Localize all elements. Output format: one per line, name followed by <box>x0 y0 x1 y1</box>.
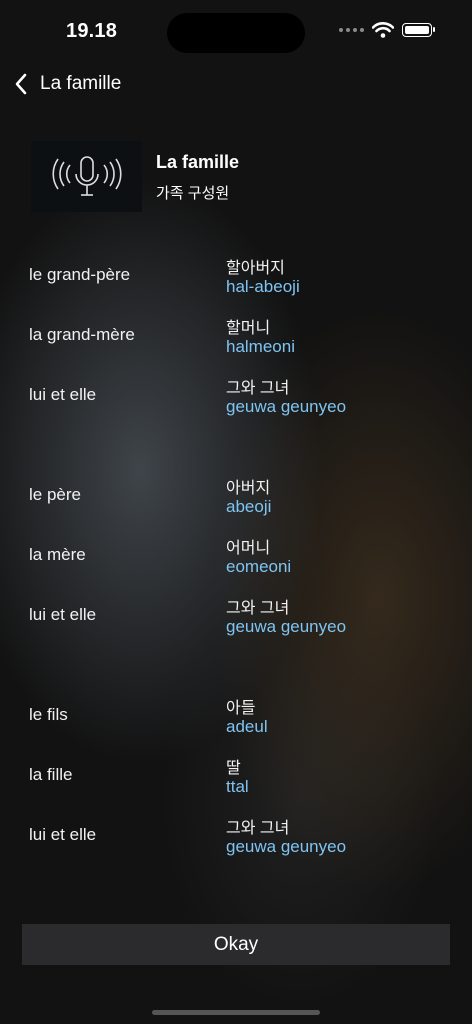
french-word: lui et elle <box>29 825 97 844</box>
korean-word: 그와 그녀 <box>226 600 290 617</box>
battery-icon <box>402 23 435 37</box>
french-word: la grand-mère <box>29 325 135 344</box>
vocab-row[interactable]: le fils 아들 adeul <box>0 690 472 740</box>
vocab-row[interactable]: le grand-père 할아버지 hal-abeoji <box>0 250 472 300</box>
korean-word: 아들 <box>226 700 256 717</box>
romanization: eomeoni <box>226 557 292 576</box>
korean-word: 어머니 <box>226 540 271 557</box>
romanization: adeul <box>226 717 268 736</box>
romanization: geuwa geunyeo <box>226 397 347 416</box>
audio-thumbnail[interactable] <box>31 141 142 212</box>
lesson-subtitle: 가족 구성원 <box>156 185 230 202</box>
back-button-label: La famille <box>40 73 122 94</box>
status-time: 19.18 <box>66 20 118 42</box>
home-indicator <box>152 1010 320 1015</box>
romanization: abeoji <box>226 497 272 516</box>
french-word: le père <box>29 485 81 504</box>
vocab-row[interactable]: la grand-mère 할머니 halmeoni <box>0 310 472 360</box>
romanization: hal-abeoji <box>226 277 300 296</box>
french-word: lui et elle <box>29 605 97 624</box>
korean-word: 그와 그녀 <box>226 820 290 837</box>
korean-word: 할머니 <box>226 320 271 337</box>
status-icons <box>339 22 435 38</box>
status-bar: 19.18 <box>0 0 472 60</box>
vocab-row[interactable]: lui et elle 그와 그녀 geuwa geunyeo <box>0 810 472 860</box>
vocab-row[interactable]: le père 아버지 abeoji <box>0 470 472 520</box>
okay-button[interactable]: Okay <box>22 924 450 965</box>
french-word: la mère <box>29 545 86 564</box>
romanization: ttal <box>226 777 249 796</box>
vocab-row[interactable]: lui et elle 그와 그녀 geuwa geunyeo <box>0 370 472 420</box>
vocab-row[interactable]: la mère 어머니 eomeoni <box>0 530 472 580</box>
french-word: le fils <box>29 705 68 724</box>
dynamic-island <box>167 13 305 53</box>
french-word: lui et elle <box>29 385 97 404</box>
wifi-icon <box>372 22 394 38</box>
french-word: le grand-père <box>29 265 131 284</box>
back-button[interactable]: La famille <box>14 70 121 98</box>
cellular-signal-icon <box>339 28 364 32</box>
lesson-title: La famille <box>156 152 240 172</box>
korean-word: 딸 <box>226 760 241 777</box>
romanization: geuwa geunyeo <box>226 837 347 856</box>
chevron-left-icon <box>14 70 36 98</box>
korean-word: 그와 그녀 <box>226 380 290 397</box>
lesson-header: La famille 가족 구성원 <box>31 141 451 213</box>
romanization: geuwa geunyeo <box>226 617 347 636</box>
korean-word: 할아버지 <box>226 260 285 277</box>
romanization: halmeoni <box>226 337 295 356</box>
vocab-row[interactable]: la fille 딸 ttal <box>0 750 472 800</box>
microphone-icon <box>51 155 122 196</box>
vocab-row[interactable]: lui et elle 그와 그녀 geuwa geunyeo <box>0 590 472 640</box>
korean-word: 아버지 <box>226 480 271 497</box>
french-word: la fille <box>29 765 73 784</box>
clipped-next-row: — <box>226 910 366 922</box>
